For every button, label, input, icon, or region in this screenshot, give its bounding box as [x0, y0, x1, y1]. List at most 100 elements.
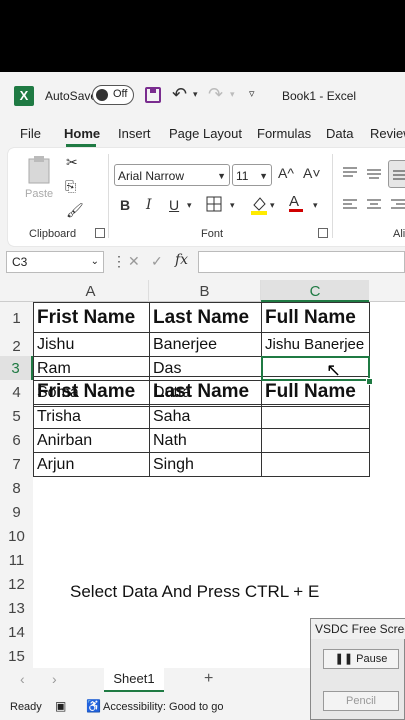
more-options-icon[interactable]: ⋮: [112, 253, 126, 270]
table-cell[interactable]: Singh: [149, 452, 262, 477]
shrink-font-icon[interactable]: A˅: [303, 165, 321, 181]
customize-qat-icon[interactable]: ▿: [249, 87, 255, 100]
name-box-value: C3: [12, 255, 28, 269]
table-cell[interactable]: [261, 404, 370, 429]
table-cell[interactable]: Nath: [149, 428, 262, 453]
table-cell[interactable]: [261, 452, 370, 477]
paste-icon[interactable]: [26, 156, 52, 186]
ribbon-divider: [332, 154, 333, 238]
redo-icon[interactable]: ↷: [208, 84, 223, 105]
paste-label[interactable]: Paste: [25, 188, 53, 200]
copy-icon[interactable]: ⎘: [65, 178, 76, 195]
cut-icon[interactable]: ✂: [66, 154, 78, 171]
accessibility-icon[interactable]: ♿: [86, 699, 101, 713]
enter-check-icon[interactable]: ✓: [151, 253, 163, 270]
clipboard-launcher-icon[interactable]: [95, 228, 105, 238]
formula-input[interactable]: [198, 251, 405, 273]
excel-window: X AutoSave Off ↶ ▾ ↷ ▾ ▿ Book1 - Excel F…: [0, 72, 405, 720]
italic-button[interactable]: I: [146, 197, 152, 213]
alignment-group-label: Ali: [393, 228, 405, 240]
tab-insert[interactable]: Insert: [118, 126, 151, 141]
table-cell[interactable]: [261, 428, 370, 453]
tab-formulas[interactable]: Formulas: [257, 126, 311, 141]
align-left-icon[interactable]: [342, 198, 358, 217]
pause-label: Pause: [356, 653, 388, 665]
tab-page-layout[interactable]: Page Layout: [169, 126, 242, 141]
excel-logo-icon: X: [14, 86, 34, 106]
table-cell[interactable]: Soma: [33, 380, 150, 405]
format-painter-icon[interactable]: 🖌: [66, 202, 84, 219]
fill-color-dropdown-icon[interactable]: ▾: [270, 200, 275, 211]
font-name-select[interactable]: Arial Narrow ▼: [114, 164, 230, 186]
recorder-title: VSDC Free Screen Recorder: [311, 619, 405, 639]
title-bar: X AutoSave Off ↶ ▾ ↷ ▾ ▿ Book1 - Excel: [0, 72, 405, 120]
font-name-value: Arial Narrow: [118, 169, 185, 183]
table-cell[interactable]: Saha: [149, 404, 262, 429]
table-cell[interactable]: Jishu Banerjee: [261, 332, 370, 357]
table-cell[interactable]: Das: [149, 356, 262, 381]
insert-function-icon[interactable]: fx: [175, 252, 188, 268]
fill-color-icon[interactable]: [250, 195, 268, 220]
table-row-header-full[interactable]: Full Name: [261, 302, 370, 333]
prev-sheet-icon[interactable]: ‹: [20, 671, 25, 687]
grow-font-icon[interactable]: A^: [278, 165, 294, 181]
ribbon-tabs: File Home Insert Page Layout Formulas Da…: [0, 120, 405, 148]
table-row-header-first[interactable]: Frist Name: [33, 302, 150, 333]
underline-dropdown-icon[interactable]: ▾: [187, 200, 192, 211]
tab-review[interactable]: Review: [370, 126, 405, 141]
instruction-text: Select Data And Press CTRL + E: [70, 582, 320, 601]
table-cell[interactable]: Ram: [33, 356, 150, 381]
save-icon[interactable]: [145, 87, 161, 103]
tab-home[interactable]: Home: [64, 126, 100, 141]
table-cell[interactable]: Arjun: [33, 452, 150, 477]
undo-dropdown-icon[interactable]: ▾: [193, 89, 198, 100]
borders-dropdown-icon[interactable]: ▾: [230, 200, 235, 211]
add-sheet-button[interactable]: +: [204, 670, 213, 688]
selected-cell-c3[interactable]: [261, 356, 370, 381]
table-body: Frist Name Last Name Full Name Jishu Ban…: [0, 280, 405, 668]
name-box[interactable]: C3 ⌄: [6, 251, 104, 273]
table-cell[interactable]: Banerjee: [149, 332, 262, 357]
active-tab-indicator: [66, 144, 96, 147]
tab-file[interactable]: File: [20, 126, 41, 141]
sheet-tab-sheet1[interactable]: Sheet1: [104, 668, 164, 692]
pause-button[interactable]: ❚❚ Pause: [323, 649, 399, 669]
redo-dropdown-icon[interactable]: ▾: [230, 89, 235, 100]
mouse-cursor-icon: ↖: [326, 360, 342, 380]
table-cell[interactable]: [261, 380, 370, 405]
undo-icon[interactable]: ↶: [172, 84, 187, 105]
autosave-label: AutoSave: [45, 89, 98, 103]
align-right-icon[interactable]: [390, 198, 405, 217]
macro-record-icon[interactable]: ▣: [55, 699, 66, 713]
font-color-icon[interactable]: A: [289, 193, 303, 212]
pencil-button[interactable]: Pencil: [323, 691, 399, 711]
table-cell[interactable]: Anirban: [33, 428, 150, 453]
table-cell[interactable]: Dutta: [149, 380, 262, 405]
table-cell[interactable]: Jishu: [33, 332, 150, 357]
fill-handle[interactable]: [366, 378, 373, 385]
pause-icon: ❚❚: [334, 653, 357, 665]
table-row-header-last[interactable]: Last Name: [149, 302, 262, 333]
ribbon-divider: [108, 154, 109, 238]
chevron-down-icon: ⌄: [90, 256, 99, 267]
font-launcher-icon[interactable]: [318, 228, 328, 238]
font-color-dropdown-icon[interactable]: ▾: [313, 200, 318, 211]
next-sheet-icon[interactable]: ›: [52, 671, 57, 687]
table-cell[interactable]: Trisha: [33, 404, 150, 429]
toggle-knob: [96, 89, 108, 101]
autosave-toggle[interactable]: Off: [92, 85, 134, 105]
accessibility-status[interactable]: Accessibility: Good to go: [103, 701, 223, 713]
middle-align-icon[interactable]: [366, 166, 382, 185]
tab-data[interactable]: Data: [326, 126, 353, 141]
align-center-icon[interactable]: [366, 198, 382, 217]
cancel-icon[interactable]: ✕: [128, 253, 140, 270]
font-size-select[interactable]: 11 ▼: [232, 164, 272, 186]
font-color-letter: A: [289, 193, 300, 210]
bottom-align-icon[interactable]: [388, 160, 405, 188]
bold-button[interactable]: B: [120, 197, 130, 213]
font-size-value: 11: [236, 169, 249, 183]
borders-icon[interactable]: [206, 196, 222, 217]
top-align-icon[interactable]: [342, 166, 358, 185]
chevron-down-icon: ▼: [259, 171, 268, 181]
underline-button[interactable]: U: [169, 197, 179, 213]
